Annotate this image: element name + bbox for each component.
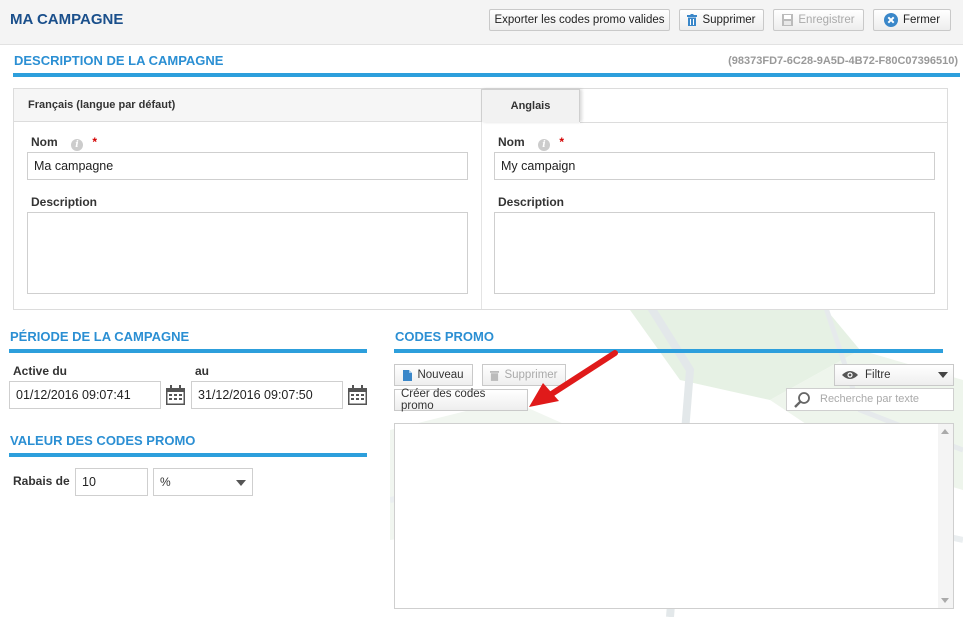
scroll-down-icon[interactable]	[941, 598, 949, 603]
tab-english[interactable]: Anglais	[481, 89, 580, 122]
new-code-label: Nouveau	[417, 369, 464, 381]
end-date-label: au	[195, 364, 210, 378]
en-name-input[interactable]: My campaign	[494, 152, 935, 180]
filter-label: Filtre	[865, 369, 891, 381]
chevron-down-icon	[938, 372, 948, 378]
en-description-textarea[interactable]	[494, 212, 935, 294]
save-button[interactable]: Enregistrer	[773, 9, 864, 31]
language-panel: Français (langue par défaut) Anglais Nom…	[13, 88, 948, 310]
start-date-input[interactable]: 01/12/2016 09:07:41	[9, 381, 161, 409]
fr-name-label: Nom	[31, 135, 58, 149]
value-section-bar	[9, 453, 367, 457]
value-section-title: VALEUR DES CODES PROMO	[10, 433, 196, 448]
scroll-up-icon[interactable]	[941, 429, 949, 434]
calendar-icon[interactable]	[166, 385, 185, 408]
annotation-arrow	[515, 345, 625, 418]
tab-french[interactable]: Français (langue par défaut)	[14, 89, 481, 122]
search-field[interactable]: Recherche par texte	[786, 388, 954, 411]
delete-label: Supprimer	[702, 14, 756, 26]
en-name-label: Nom	[498, 135, 525, 149]
end-date-input[interactable]: 31/12/2016 09:07:50	[191, 381, 343, 409]
export-codes-button[interactable]: Exporter les codes promo valides	[489, 9, 670, 31]
discount-input[interactable]: 10	[75, 468, 148, 496]
create-codes-label: Créer des codes promo	[401, 388, 486, 412]
column-divider	[481, 122, 482, 309]
period-section-title: PÉRIODE DE LA CAMPAGNE	[10, 329, 190, 344]
discount-unit-value: %	[160, 475, 171, 489]
delete-button[interactable]: Supprimer	[679, 9, 764, 31]
en-description-label: Description	[498, 195, 565, 209]
scrollbar[interactable]	[938, 424, 953, 608]
description-section-title: DESCRIPTION DE LA CAMPAGNE	[14, 53, 224, 68]
campaign-id: (98373FD7-6C28-9A5D-4B72-F80C07396510)	[728, 55, 958, 67]
discount-label: Rabais de	[13, 474, 70, 488]
trash-icon	[490, 370, 500, 381]
search-icon	[794, 392, 810, 408]
en-name-label-group: Nom i *	[498, 135, 564, 151]
save-icon	[782, 14, 794, 26]
codes-list[interactable]	[394, 423, 954, 609]
close-button[interactable]: Fermer	[873, 9, 951, 31]
info-icon[interactable]: i	[538, 139, 551, 151]
calendar-icon[interactable]	[348, 385, 367, 408]
required-marker: *	[92, 135, 98, 149]
new-code-button[interactable]: Nouveau	[394, 364, 473, 386]
fr-name-input[interactable]: Ma campagne	[27, 152, 468, 180]
page-title: MA CAMPAGNE	[10, 11, 124, 28]
close-icon	[883, 13, 898, 27]
codes-section-bar	[394, 349, 943, 353]
fr-description-label: Description	[31, 195, 98, 209]
export-codes-label: Exporter les codes promo valides	[494, 14, 665, 26]
tab-strip-filler	[580, 89, 947, 123]
search-placeholder: Recherche par texte	[820, 393, 920, 405]
document-icon	[403, 369, 413, 381]
codes-section-title: CODES PROMO	[395, 329, 494, 344]
close-label: Fermer	[902, 14, 941, 26]
info-icon[interactable]: i	[71, 139, 84, 151]
create-codes-button[interactable]: Créer des codes promo	[394, 388, 528, 412]
discount-unit-select[interactable]: %	[153, 468, 253, 496]
required-marker: *	[559, 135, 565, 149]
fr-name-label-group: Nom i *	[31, 135, 97, 151]
save-label: Enregistrer	[798, 14, 855, 26]
start-date-label: Active du	[13, 364, 68, 378]
filter-dropdown[interactable]: Filtre	[834, 364, 954, 386]
fr-description-textarea[interactable]	[27, 212, 468, 294]
description-section-bar	[13, 73, 960, 77]
chevron-down-icon	[236, 480, 246, 486]
trash-icon	[687, 14, 698, 26]
eye-icon	[842, 371, 858, 379]
period-section-bar	[9, 349, 367, 353]
